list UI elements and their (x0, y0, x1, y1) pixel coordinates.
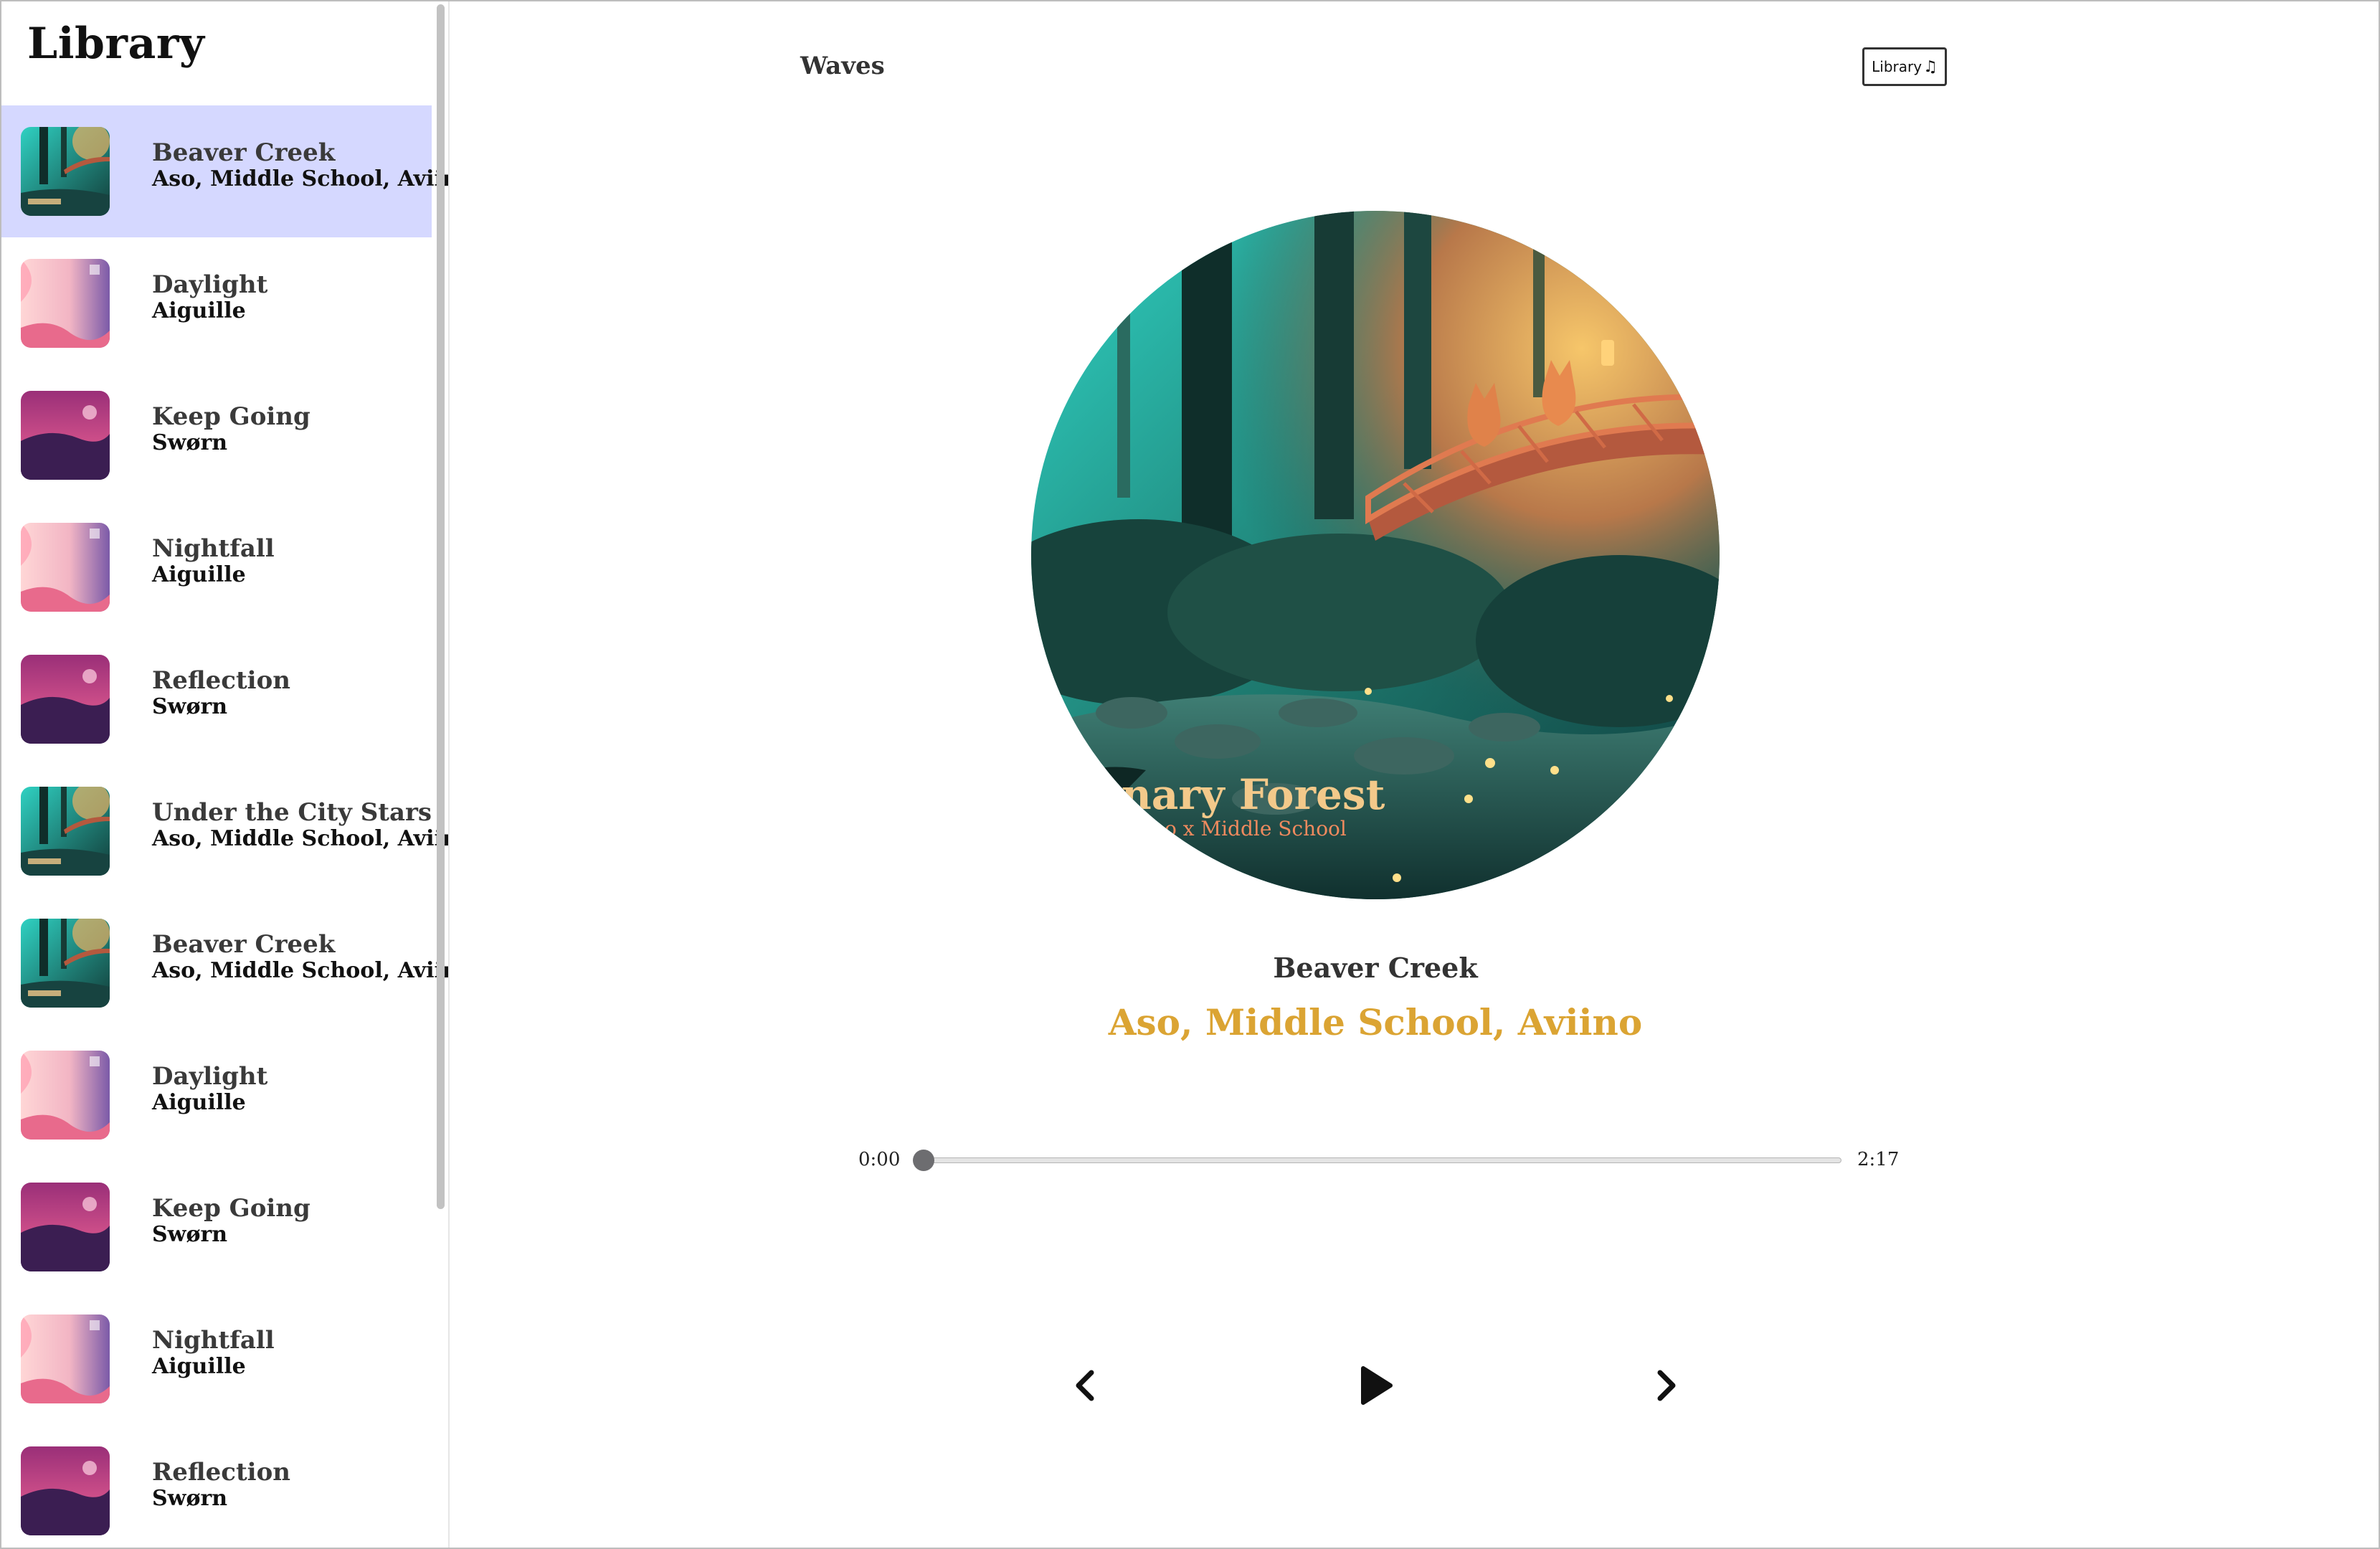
track-info: Beaver Creek Aso, Middle School, Aviino (152, 138, 450, 191)
album-artist-art-text: iino x Middle School (1139, 817, 1347, 840)
track-artwork (21, 127, 110, 216)
track-info: Daylight Aiguille (152, 1062, 267, 1115)
track-info: Keep Going Swørn (152, 1194, 310, 1247)
track-artwork (21, 523, 110, 612)
track-artist: Swørn (152, 1222, 228, 1247)
track-info: Keep Going Swørn (152, 402, 310, 455)
app-window: Library Beaver Creek Aso, Middle School, … (0, 0, 2380, 1549)
track-item[interactable]: Reflection Swørn (1, 633, 432, 765)
track-artist: Swørn (152, 430, 228, 455)
track-info: Reflection Swørn (152, 666, 290, 719)
seek-handle[interactable] (913, 1150, 934, 1171)
track-info: Reflection Swørn (152, 1458, 290, 1511)
chevron-right-icon (1657, 1370, 1676, 1401)
track-title: Nightfall (152, 1326, 275, 1355)
library-title: Library (27, 19, 205, 69)
track-title: Daylight (152, 1062, 268, 1091)
track-artist: Swørn (152, 694, 228, 719)
seek-slider[interactable] (913, 1150, 1841, 1171)
track-artist: Aiguille (152, 1354, 246, 1379)
sidebar-scrollbar[interactable] (437, 4, 445, 1209)
track-title: Reflection (152, 1458, 290, 1487)
track-item[interactable]: Daylight Aiguille (1, 1029, 432, 1161)
library-sidebar: Library Beaver Creek Aso, Middle School, … (1, 1, 450, 1548)
track-title: Under the City Stars (152, 798, 432, 827)
track-artist: Aso, Middle School, Aviino (152, 826, 450, 851)
track-artwork (21, 1183, 110, 1271)
track-info: Daylight Aiguille (152, 270, 267, 323)
play-button[interactable] (1347, 1357, 1404, 1414)
track-title: Beaver Creek (152, 138, 336, 167)
chevron-left-icon (1076, 1370, 1094, 1401)
track-artwork (21, 655, 110, 744)
play-icon (1361, 1366, 1393, 1405)
track-item[interactable]: Nightfall Aiguille (1, 501, 432, 633)
track-item[interactable]: Reflection Swørn (1, 1425, 432, 1548)
track-title: Keep Going (152, 402, 310, 431)
app-name: Waves (800, 52, 885, 80)
track-info: Beaver Creek Aso, Middle School, Aviino (152, 930, 450, 983)
track-title: Keep Going (152, 1194, 310, 1223)
now-playing-artist: Aso, Middle School, Aviino (1108, 1001, 1643, 1043)
track-artwork (21, 391, 110, 480)
track-info: Nightfall Aiguille (152, 534, 275, 587)
track-title: Nightfall (152, 534, 275, 563)
track-artist: Aso, Middle School, Aviino (152, 166, 450, 191)
track-item[interactable]: Daylight Aiguille (1, 237, 432, 369)
track-title: Beaver Creek (152, 930, 336, 959)
track-item[interactable]: Beaver Creek Aso, Middle School, Aviino (1, 897, 448, 1029)
track-artwork (21, 1314, 110, 1403)
album-title-art-text: anary Forest (1094, 770, 1385, 819)
track-artwork (21, 1051, 110, 1140)
library-button[interactable]: Library ♫ (1862, 47, 1947, 86)
library-button-label: Library (1872, 58, 1923, 75)
track-artist: Swørn (152, 1486, 228, 1511)
track-list: Beaver Creek Aso, Middle School, Aviino Da… (1, 105, 448, 1548)
track-item[interactable]: Keep Going Swørn (1, 369, 432, 501)
track-artwork (21, 1446, 110, 1535)
track-title: Daylight (152, 270, 268, 299)
current-time: 0:00 (858, 1149, 901, 1170)
next-button[interactable] (1637, 1357, 1694, 1414)
track-item[interactable]: Keep Going Swørn (1, 1161, 432, 1293)
now-playing-title: Beaver Creek (1273, 952, 1478, 984)
track-artist: Aiguille (152, 298, 246, 323)
previous-button[interactable] (1057, 1357, 1114, 1414)
track-info: Nightfall Aiguille (152, 1326, 275, 1379)
track-item[interactable]: Nightfall Aiguille (1, 1293, 432, 1425)
track-info: Under the City Stars Aso, Middle School, … (152, 798, 450, 851)
track-artwork (21, 259, 110, 348)
track-title: Reflection (152, 666, 290, 695)
track-artwork (21, 787, 110, 876)
track-artist: Aso, Middle School, Aviino (152, 958, 450, 983)
track-artist: Aiguille (152, 1090, 246, 1115)
track-artist: Aiguille (152, 562, 246, 587)
music-note-icon: ♫ (1923, 57, 1938, 76)
track-item[interactable]: Under the City Stars Aso, Middle School, … (1, 765, 448, 897)
track-artwork (21, 919, 110, 1008)
album-cover: anary Forest iino x Middle School (1031, 211, 1720, 899)
total-time: 2:17 (1857, 1149, 1900, 1170)
track-item[interactable]: Beaver Creek Aso, Middle School, Aviino (1, 105, 448, 237)
